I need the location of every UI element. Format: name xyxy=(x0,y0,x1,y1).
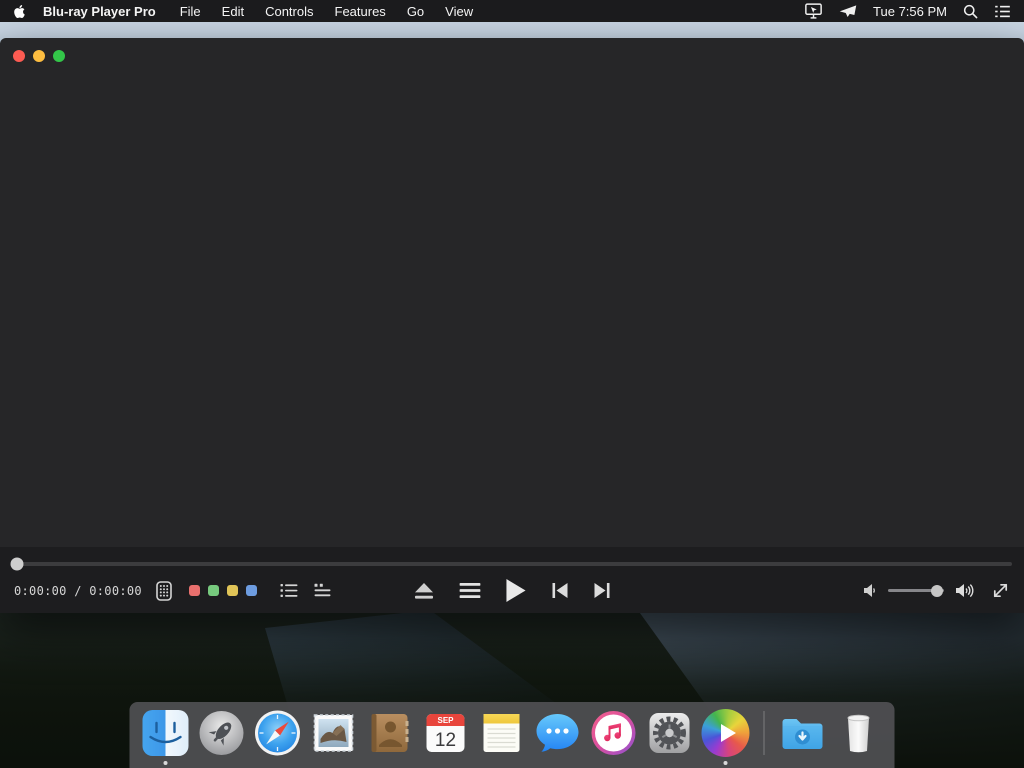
display-mirroring-menu-item[interactable] xyxy=(804,3,823,19)
volume-down-icon xyxy=(863,583,877,598)
dock-item-trash[interactable] xyxy=(835,709,883,757)
bluray-player-icon xyxy=(702,709,750,757)
numeric-keypad-icon xyxy=(156,581,172,601)
menu-edit[interactable]: Edit xyxy=(222,4,244,19)
chapters-icon xyxy=(314,583,331,598)
menu-bar-status-area: Tue 7:56 PM xyxy=(804,3,1011,19)
dock: SEP 12 xyxy=(130,702,895,768)
mail-icon xyxy=(310,709,358,757)
menu-go[interactable]: Go xyxy=(407,4,424,19)
notification-center-icon xyxy=(994,5,1011,18)
player-window: 0:00:00 / 0:00:00 xyxy=(0,38,1024,613)
running-indicator xyxy=(164,761,168,765)
previous-button[interactable] xyxy=(552,582,569,599)
menu-controls[interactable]: Controls xyxy=(265,4,313,19)
notification-center-menu-item[interactable] xyxy=(994,5,1011,18)
dock-item-calendar[interactable]: SEP 12 xyxy=(422,709,470,757)
blue-color-button[interactable] xyxy=(246,585,257,596)
volume-down-button[interactable] xyxy=(863,583,877,598)
menu-view[interactable]: View xyxy=(445,4,473,19)
progress-row xyxy=(12,557,1012,570)
spotlight-menu-item[interactable] xyxy=(963,4,978,19)
play-triangle xyxy=(721,724,736,742)
eject-button[interactable] xyxy=(414,582,435,600)
fullscreen-icon xyxy=(991,581,1010,600)
playlist-button[interactable] xyxy=(280,583,298,598)
buttons-row: 0:00:00 / 0:00:00 xyxy=(0,570,1024,611)
disc-menu-icon xyxy=(460,582,481,599)
green-color-button[interactable] xyxy=(208,585,219,596)
dock-item-finder[interactable] xyxy=(142,709,190,757)
transport-controls xyxy=(414,578,611,603)
fullscreen-button[interactable] xyxy=(991,581,1010,600)
apple-menu[interactable] xyxy=(13,4,26,19)
time-display: 0:00:00 / 0:00:00 xyxy=(14,584,142,598)
eject-icon xyxy=(414,582,435,600)
close-button[interactable] xyxy=(13,50,25,62)
left-control-group: 0:00:00 / 0:00:00 xyxy=(14,581,331,601)
next-icon xyxy=(594,582,611,599)
playback-control-bar: 0:00:00 / 0:00:00 xyxy=(0,547,1024,613)
progress-slider[interactable] xyxy=(12,562,1012,566)
progress-thumb[interactable] xyxy=(11,557,24,570)
dock-item-itunes[interactable] xyxy=(590,709,638,757)
display-mirroring-icon xyxy=(804,3,823,19)
next-button[interactable] xyxy=(594,582,611,599)
menu-bar-clock[interactable]: Tue 7:56 PM xyxy=(873,4,947,19)
itunes-icon xyxy=(590,709,638,757)
messages-icon xyxy=(534,709,582,757)
red-color-button[interactable] xyxy=(189,585,200,596)
apple-logo-icon xyxy=(13,4,26,19)
running-indicator xyxy=(724,761,728,765)
minimize-button[interactable] xyxy=(33,50,45,62)
numeric-keypad-button[interactable] xyxy=(156,581,172,601)
system-preferences-icon xyxy=(646,709,694,757)
paper-plane-icon xyxy=(839,4,857,18)
volume-thumb[interactable] xyxy=(931,585,943,597)
dock-divider xyxy=(764,711,765,755)
notes-icon xyxy=(478,709,526,757)
launchpad-icon xyxy=(198,709,246,757)
chapters-button[interactable] xyxy=(314,583,331,598)
calendar-month-label: SEP xyxy=(437,716,454,725)
calendar-day-label: 12 xyxy=(435,730,456,751)
play-button[interactable] xyxy=(506,578,527,603)
menu-bar: Blu-ray Player Pro File Edit Controls Fe… xyxy=(0,0,1024,22)
volume-slider[interactable] xyxy=(888,589,944,592)
dock-item-system-preferences[interactable] xyxy=(646,709,694,757)
calendar-icon: SEP 12 xyxy=(422,709,470,757)
window-traffic-lights xyxy=(13,50,65,62)
menu-file[interactable]: File xyxy=(180,4,201,19)
volume-up-icon xyxy=(955,582,974,599)
previous-icon xyxy=(552,582,569,599)
dock-item-contacts[interactable] xyxy=(366,709,414,757)
zoom-button[interactable] xyxy=(53,50,65,62)
spotlight-search-icon xyxy=(963,4,978,19)
safari-icon xyxy=(254,709,302,757)
dock-item-notes[interactable] xyxy=(478,709,526,757)
menu-features[interactable]: Features xyxy=(335,4,386,19)
trash-icon xyxy=(835,709,883,757)
contacts-icon xyxy=(366,709,414,757)
bd-color-buttons xyxy=(189,585,257,596)
dock-item-mail[interactable] xyxy=(310,709,358,757)
dock-item-safari[interactable] xyxy=(254,709,302,757)
disc-menu-button[interactable] xyxy=(460,582,481,599)
playlist-icon xyxy=(280,583,298,598)
dock-item-messages[interactable] xyxy=(534,709,582,757)
volume-controls xyxy=(863,581,1010,600)
yellow-color-button[interactable] xyxy=(227,585,238,596)
downloads-folder-icon xyxy=(779,709,827,757)
paper-plane-menu-item[interactable] xyxy=(839,4,857,18)
volume-up-button[interactable] xyxy=(955,582,974,599)
dock-item-downloads[interactable] xyxy=(779,709,827,757)
dock-item-bluray-player[interactable] xyxy=(702,709,750,757)
dock-item-launchpad[interactable] xyxy=(198,709,246,757)
app-menu-title[interactable]: Blu-ray Player Pro xyxy=(43,4,156,19)
finder-icon xyxy=(142,709,190,757)
play-icon xyxy=(506,578,527,603)
